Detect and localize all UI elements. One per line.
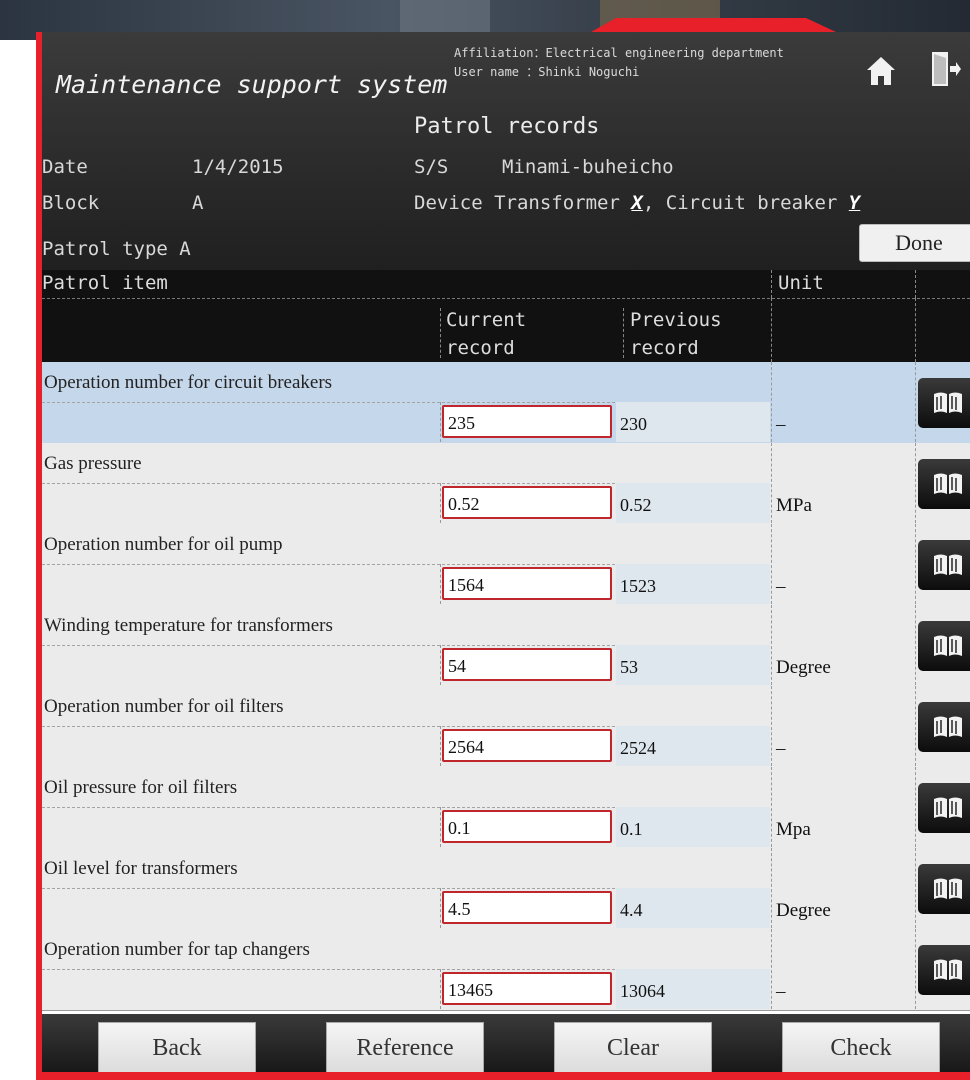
patrol-item-name: Operation number for oil pump [44,534,283,555]
unit-value: – [776,738,786,759]
user-info: Affiliation：Electrical engineering depar… [454,44,784,82]
table-header-row-1: Patrol item Unit [42,270,970,298]
device-breaker: Circuit breaker [665,192,838,214]
patrol-type: Patrol type A [42,238,191,260]
previous-record-value: 2524 [620,738,656,758]
manual-book-icon[interactable] [918,378,970,428]
patrol-item-name: Oil pressure for oil filters [44,777,238,798]
manual-book-icon[interactable] [918,783,970,833]
home-icon[interactable] [864,54,898,88]
block-value: A [192,192,204,214]
patrol-item-name: Operation number for circuit breakers [44,372,333,393]
col-current-record: Current record [446,309,527,359]
current-record-input[interactable]: 235 [442,405,612,438]
affiliation-text: Affiliation：Electrical engineering depar… [454,46,784,60]
back-button[interactable]: Back [98,1022,256,1072]
header: Maintenance support system Affiliation：E… [42,32,970,270]
device-line: Device Transformer X, Circuit breaker Y [414,192,861,214]
table-row[interactable]: Operation number for oil filters 2564 25… [42,686,970,768]
app-window: Maintenance support system Affiliation：E… [42,32,970,1072]
table-row[interactable]: Gas pressure 0.52 0.52 MPa [42,443,970,525]
unit-value: MPa [776,495,812,516]
patrol-item-name: Winding temperature for transformers [44,615,333,636]
check-button[interactable]: Check [782,1022,940,1072]
unit-value: Mpa [776,819,811,840]
unit-value: – [776,981,786,1002]
col-unit: Unit [778,272,824,294]
previous-record-value: 1523 [620,576,656,596]
previous-record-value: 0.52 [620,495,652,515]
previous-record-value: 4.4 [620,900,643,920]
current-record-input[interactable]: 0.52 [442,486,612,519]
patrol-item-name: Oil level for transformers [44,858,238,879]
table-row[interactable]: Winding temperature for transformers 54 … [42,605,970,687]
unit-value: – [776,414,786,435]
current-record-input[interactable]: 4.5 [442,891,612,924]
table-row[interactable]: Oil level for transformers 4.5 4.4 Degre… [42,848,970,930]
current-record-input[interactable]: 0.1 [442,810,612,843]
breaker-code: Y [848,192,861,214]
unit-value: Degree [776,900,831,921]
patrol-item-name: Operation number for tap changers [44,939,310,960]
current-record-input[interactable]: 13465 [442,972,612,1005]
table-row[interactable]: Operation number for circuit breakers 23… [42,362,970,444]
ss-label: S/S [414,156,449,178]
table-row[interactable]: Operation number for oil pump 1564 1523 … [42,524,970,606]
manual-book-icon[interactable] [918,459,970,509]
manual-book-icon[interactable] [918,702,970,752]
patrol-item-name: Operation number for oil filters [44,696,284,717]
unit-value: Degree [776,657,831,678]
clear-button[interactable]: Clear [554,1022,712,1072]
block-label: Block [42,192,100,214]
reference-button[interactable]: Reference [326,1022,484,1072]
manual-book-icon[interactable] [918,540,970,590]
current-record-input[interactable]: 54 [442,648,612,681]
previous-record-value: 53 [620,657,638,677]
previous-record-value: 230 [620,414,647,434]
date-value: 1/4/2015 [192,156,284,178]
device-label: Device [414,192,483,214]
user-name-text: User name ：Shinki Noguchi [454,65,640,79]
manual-book-icon[interactable] [918,621,970,671]
previous-record-value: 13064 [620,981,665,1001]
page-title: Patrol records [414,114,600,139]
table-row[interactable]: Oil pressure for oil filters 0.1 0.1 Mpa [42,767,970,849]
col-previous-record: Previous record [630,309,722,359]
transformer-code: X [631,192,643,214]
patrol-table-body: Operation number for circuit breakers 23… [42,362,970,1014]
done-button[interactable]: Done [859,224,970,262]
exit-icon[interactable] [926,50,962,88]
patrol-item-name: Gas pressure [44,453,142,474]
footer-toolbar: Back Reference Clear Check [42,1014,970,1072]
ss-value: Minami-buheicho [502,156,674,178]
date-label: Date [42,156,88,178]
table-header-row-2: Current record Previous record [42,298,970,362]
current-record-input[interactable]: 2564 [442,729,612,762]
col-patrol-item: Patrol item [42,272,168,294]
manual-book-icon[interactable] [918,945,970,995]
current-record-input[interactable]: 1564 [442,567,612,600]
table-row[interactable]: Operation number for tap changers 13465 … [42,929,970,1011]
unit-value: – [776,576,786,597]
app-title: Maintenance support system [56,70,448,99]
manual-book-icon[interactable] [918,864,970,914]
previous-record-value: 0.1 [620,819,643,839]
device-transformer: Transformer [494,192,620,214]
